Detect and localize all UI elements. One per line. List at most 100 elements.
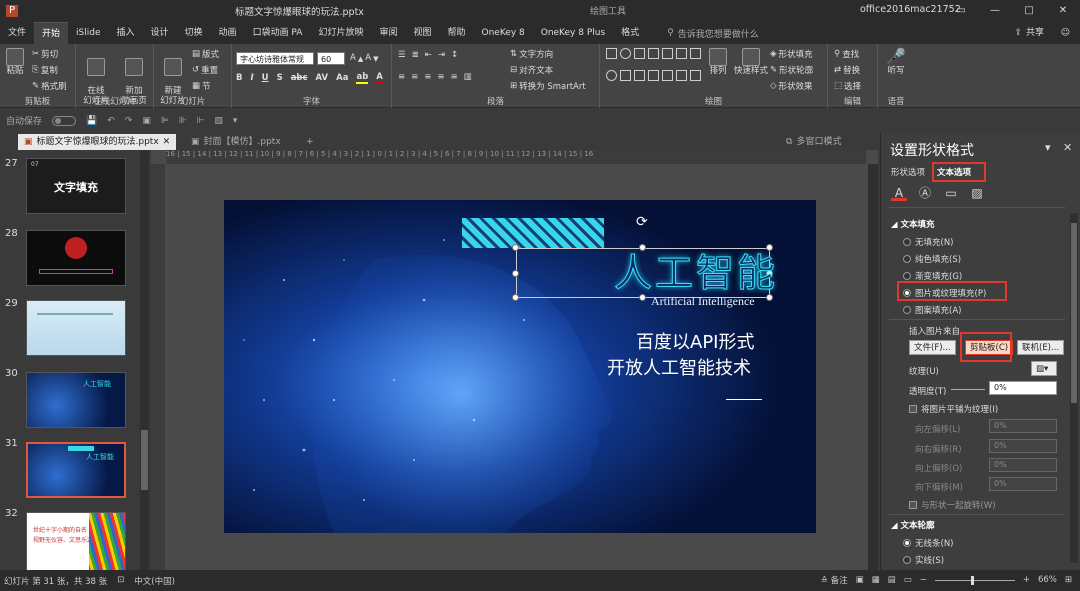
text-effects-icon[interactable]: Ⓐ [917, 185, 933, 201]
shape-rect[interactable] [606, 48, 617, 59]
file-button[interactable]: 文件(F)... [909, 340, 956, 355]
offset-top-input[interactable]: 0% [989, 458, 1057, 472]
current-slide[interactable]: ⟳ 人工智能 Artificial Intelligence 百度以API形式 … [224, 200, 816, 533]
line-spacing-icon[interactable]: ↕ [451, 50, 458, 60]
pane-scroll-thumb[interactable] [1071, 223, 1077, 403]
shape-more[interactable] [690, 70, 701, 81]
spellcheck-icon[interactable]: ⊡ [117, 575, 124, 587]
radio-no-fill[interactable]: 无填充(N) [903, 236, 954, 248]
smiley-icon[interactable]: ☺ [1061, 22, 1070, 44]
ribbon-display-icon[interactable]: ▭ [944, 0, 978, 22]
slide-thumbnail[interactable]: 07 文字填充 [26, 158, 126, 214]
tab-view[interactable]: 视图 [405, 22, 439, 44]
slide-thumbnail-selected[interactable]: 人工智能 [26, 442, 126, 498]
language-indicator[interactable]: 中文(中国) [134, 575, 175, 587]
justify-icon[interactable]: ≡ [437, 72, 444, 82]
paste-button[interactable]: 粘贴 [4, 48, 26, 76]
format-painter-button[interactable]: ✎ 格式刷 [32, 80, 67, 92]
thumbnails-scrollbar[interactable] [140, 150, 149, 570]
customize-qat-icon[interactable]: ▾ [233, 116, 238, 126]
group-qat-icon[interactable]: ▧ [214, 116, 223, 126]
char-spacing-icon[interactable]: AV [316, 73, 329, 83]
save-icon[interactable]: 💾 [86, 116, 97, 126]
columns-icon[interactable]: ▥ [464, 72, 472, 82]
zoom-slider[interactable] [934, 575, 1015, 585]
arrange-button[interactable]: 排列 [706, 48, 730, 76]
shape-connector[interactable] [662, 70, 673, 81]
highlight-icon[interactable]: ab [356, 72, 369, 84]
radio-pattern-fill[interactable]: 图案填充(A) [903, 304, 961, 316]
share-button[interactable]: ⇪ 共享 [1014, 22, 1044, 44]
offset-right-input[interactable]: 0% [989, 439, 1057, 453]
radio-solid-fill[interactable]: 纯色填充(S) [903, 253, 961, 265]
close-icon[interactable]: ✕ [1046, 0, 1080, 22]
tile-checkbox[interactable]: 将图片平铺为纹理(I) [909, 403, 998, 415]
online-button[interactable]: 联机(E)... [1017, 340, 1065, 355]
autosave-toggle[interactable] [52, 115, 77, 126]
offset-left-input[interactable]: 0% [989, 419, 1057, 433]
indent-increase-icon[interactable]: ⇥ [438, 50, 445, 60]
slideshow-view-icon[interactable]: ▭ [904, 575, 912, 585]
indent-decrease-icon[interactable]: ⇤ [425, 50, 432, 60]
tab-file[interactable]: 文件 [0, 22, 34, 44]
shape-bent[interactable] [634, 70, 645, 81]
align-text-button[interactable]: ⊟ 对齐文本 [510, 64, 553, 76]
pane-scrollbar[interactable] [1070, 213, 1078, 563]
normal-view-icon[interactable]: ▣ [856, 575, 864, 585]
shadow-icon[interactable]: S [277, 73, 283, 83]
smartart-button[interactable]: ⊞ 转换为 SmartArt [510, 80, 586, 92]
reset-button[interactable]: ↺ 重置 [192, 64, 218, 76]
new-tab-icon[interactable]: + [300, 134, 320, 150]
maximize-icon[interactable]: □ [1012, 0, 1046, 22]
tell-me-box[interactable]: ⚲ 告诉我您想要做什么 [667, 27, 759, 40]
rotate-handle-icon[interactable]: ⟳ [636, 214, 648, 230]
minimize-icon[interactable]: — [978, 0, 1012, 22]
font-size-select[interactable]: 60 [317, 52, 345, 65]
slide-thumbnail[interactable]: 人工智能 [26, 372, 126, 428]
doc-tab-inactive[interactable]: ▣ 封面【模仿】.pptx [185, 134, 287, 150]
bullets-icon[interactable]: ☰ [398, 50, 406, 60]
thumbnails-scroll-thumb[interactable] [141, 430, 148, 490]
notes-button[interactable]: ≙ 备注 [821, 574, 848, 586]
tab-home[interactable]: 开始 [34, 22, 69, 44]
text-fill-section[interactable]: ◢ 文本填充 [891, 218, 935, 230]
tab-animations[interactable]: 动画 [211, 22, 245, 44]
tab-format[interactable]: 格式 [613, 22, 647, 44]
slide-title[interactable]: 人工智能 [613, 242, 778, 297]
shape-fill-button[interactable]: ◈ 形状填充 [770, 48, 813, 60]
slide-thumbnail[interactable] [26, 230, 126, 286]
tab-design[interactable]: 设计 [143, 22, 177, 44]
text-direction-button[interactable]: ⇅ 文字方向 [510, 48, 553, 60]
shape-effect-button[interactable]: ◇ 形状效果 [770, 80, 813, 92]
fit-to-window-icon[interactable]: ⊞ [1065, 575, 1072, 585]
dictate-button[interactable]: 🎤 听写 [884, 48, 908, 77]
multi-window-button[interactable]: ⧉ 多窗口模式 [780, 134, 847, 150]
redo-icon[interactable]: ↷ [125, 116, 133, 126]
tab-islide[interactable]: iSlide [68, 22, 108, 44]
shape-triangle[interactable] [634, 48, 645, 59]
slide-body-line-2[interactable]: 开放人工智能技术 [607, 354, 751, 380]
align-left-qat-icon[interactable]: ⊫ [161, 116, 169, 126]
align-left-icon[interactable]: ≡ [398, 72, 405, 82]
zoom-out-icon[interactable]: − [920, 575, 927, 585]
text-fill-outline-icon[interactable]: A [891, 185, 907, 201]
slide-body-line-1[interactable]: 百度以API形式 [636, 328, 754, 354]
transparency-slider[interactable] [951, 389, 985, 390]
align-center-qat-icon[interactable]: ⊪ [179, 116, 187, 126]
shape-oval[interactable] [620, 48, 631, 59]
align-right-icon[interactable]: ≡ [424, 72, 431, 82]
font-grow-shrink[interactable]: A ▲ A ▼ [350, 53, 379, 63]
texture-picker[interactable]: ▨▾ [1031, 361, 1057, 376]
shape-line[interactable] [648, 48, 659, 59]
slide-thumbnail[interactable]: 世纪十字小期的自名 视野无仪容、文思乐源 [26, 512, 126, 570]
offset-bottom-input[interactable]: 0% [989, 477, 1057, 491]
slide-subtitle[interactable]: Artificial Intelligence [651, 294, 755, 309]
tab-slideshow[interactable]: 幻灯片放映 [310, 22, 371, 44]
select-button[interactable]: ⬚ 选择 [834, 80, 861, 92]
shape-circle[interactable] [606, 70, 617, 81]
tab-transitions[interactable]: 切换 [177, 22, 211, 44]
picture-icon[interactable]: ▨ [969, 185, 985, 201]
start-slideshow-icon[interactable]: ▣ [142, 116, 151, 126]
cut-button[interactable]: ✂ 剪切 [32, 48, 58, 60]
numbering-icon[interactable]: ≣ [412, 50, 419, 60]
